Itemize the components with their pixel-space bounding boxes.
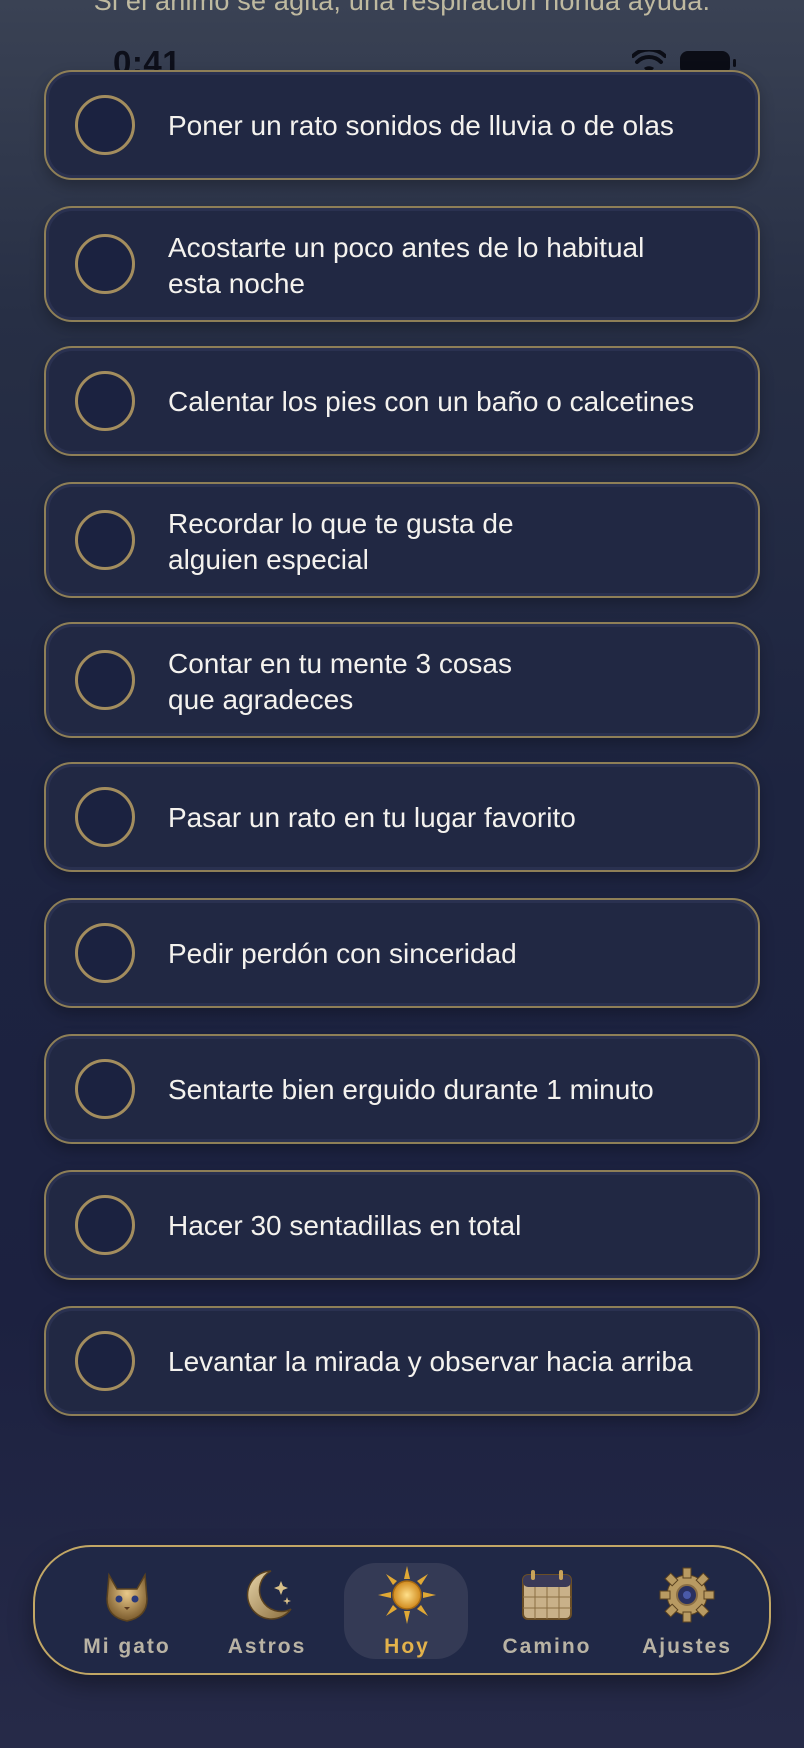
task-item[interactable]: Poner un rato sonidos de lluvia o de ola…: [44, 70, 760, 180]
task-item[interactable]: Sentarte bien erguido durante 1 minuto: [44, 1034, 760, 1144]
gear-icon: [659, 1567, 715, 1623]
calendar-icon: [522, 1570, 572, 1620]
tab-label: Ajustes: [642, 1635, 732, 1658]
task-label: Pasar un rato en tu lugar favorito: [168, 802, 576, 833]
task-label: Pedir perdón con sinceridad: [168, 938, 517, 969]
tab-label: Camino: [502, 1635, 592, 1658]
task-item[interactable]: Recordar lo que te gusta de alguien espe…: [44, 482, 760, 598]
task-label: Recordar lo que te gusta de alguien espe…: [168, 508, 514, 575]
task-checkbox[interactable]: [75, 510, 135, 570]
task-checkbox[interactable]: [75, 923, 135, 983]
task-item[interactable]: Pasar un rato en tu lugar favorito: [44, 762, 760, 872]
tab-label: Astros: [227, 1635, 307, 1658]
task-checkbox[interactable]: [75, 650, 135, 710]
task-checkbox[interactable]: [75, 787, 135, 847]
task-checkbox[interactable]: [75, 1195, 135, 1255]
header-subtitle: Si el ánimo se agita, una respiración ho…: [93, 0, 711, 16]
task-item[interactable]: Contar en tu mente 3 cosas que agradeces: [44, 622, 760, 738]
tab-hoy[interactable]: Hoy: [337, 1547, 477, 1673]
task-label: Contar en tu mente 3 cosas que agradeces: [168, 648, 512, 715]
task-label: Acostarte un poco antes de lo habitual e…: [168, 232, 645, 299]
task-checkbox[interactable]: [75, 234, 135, 294]
task-label: Levantar la mirada y observar hacia arri…: [168, 1346, 693, 1377]
cat-icon: [106, 1572, 148, 1622]
tab-label: Hoy: [384, 1635, 430, 1658]
task-checkbox[interactable]: [75, 95, 135, 155]
tab-astros[interactable]: Astros: [197, 1547, 337, 1673]
tab-ajustes[interactable]: Ajustes: [617, 1547, 757, 1673]
task-label: Hacer 30 sentadillas en total: [168, 1210, 522, 1241]
task-item[interactable]: Acostarte un poco antes de lo habitual e…: [44, 206, 760, 322]
task-checkbox[interactable]: [75, 1331, 135, 1391]
tab-label: Mi gato: [83, 1635, 171, 1658]
task-checkbox[interactable]: [75, 1059, 135, 1119]
moon-stars-icon: [246, 1570, 292, 1620]
tab-bar: Mi gato Astros Hoy Camino Ajustes: [33, 1545, 771, 1675]
task-item[interactable]: Calentar los pies con un baño o calcetin…: [44, 346, 760, 456]
task-label: Sentarte bien erguido durante 1 minuto: [168, 1074, 654, 1105]
task-label: Poner un rato sonidos de lluvia o de ola…: [168, 110, 674, 141]
sun-icon: [378, 1566, 436, 1624]
task-label: Calentar los pies con un baño o calcetin…: [168, 386, 695, 417]
task-item[interactable]: Levantar la mirada y observar hacia arri…: [44, 1306, 760, 1416]
task-item[interactable]: Hacer 30 sentadillas en total: [44, 1170, 760, 1280]
tab-camino[interactable]: Camino: [477, 1547, 617, 1673]
task-checkbox[interactable]: [75, 371, 135, 431]
task-item[interactable]: Pedir perdón con sinceridad: [44, 898, 760, 1008]
tab-mi-gato[interactable]: Mi gato: [57, 1547, 197, 1673]
